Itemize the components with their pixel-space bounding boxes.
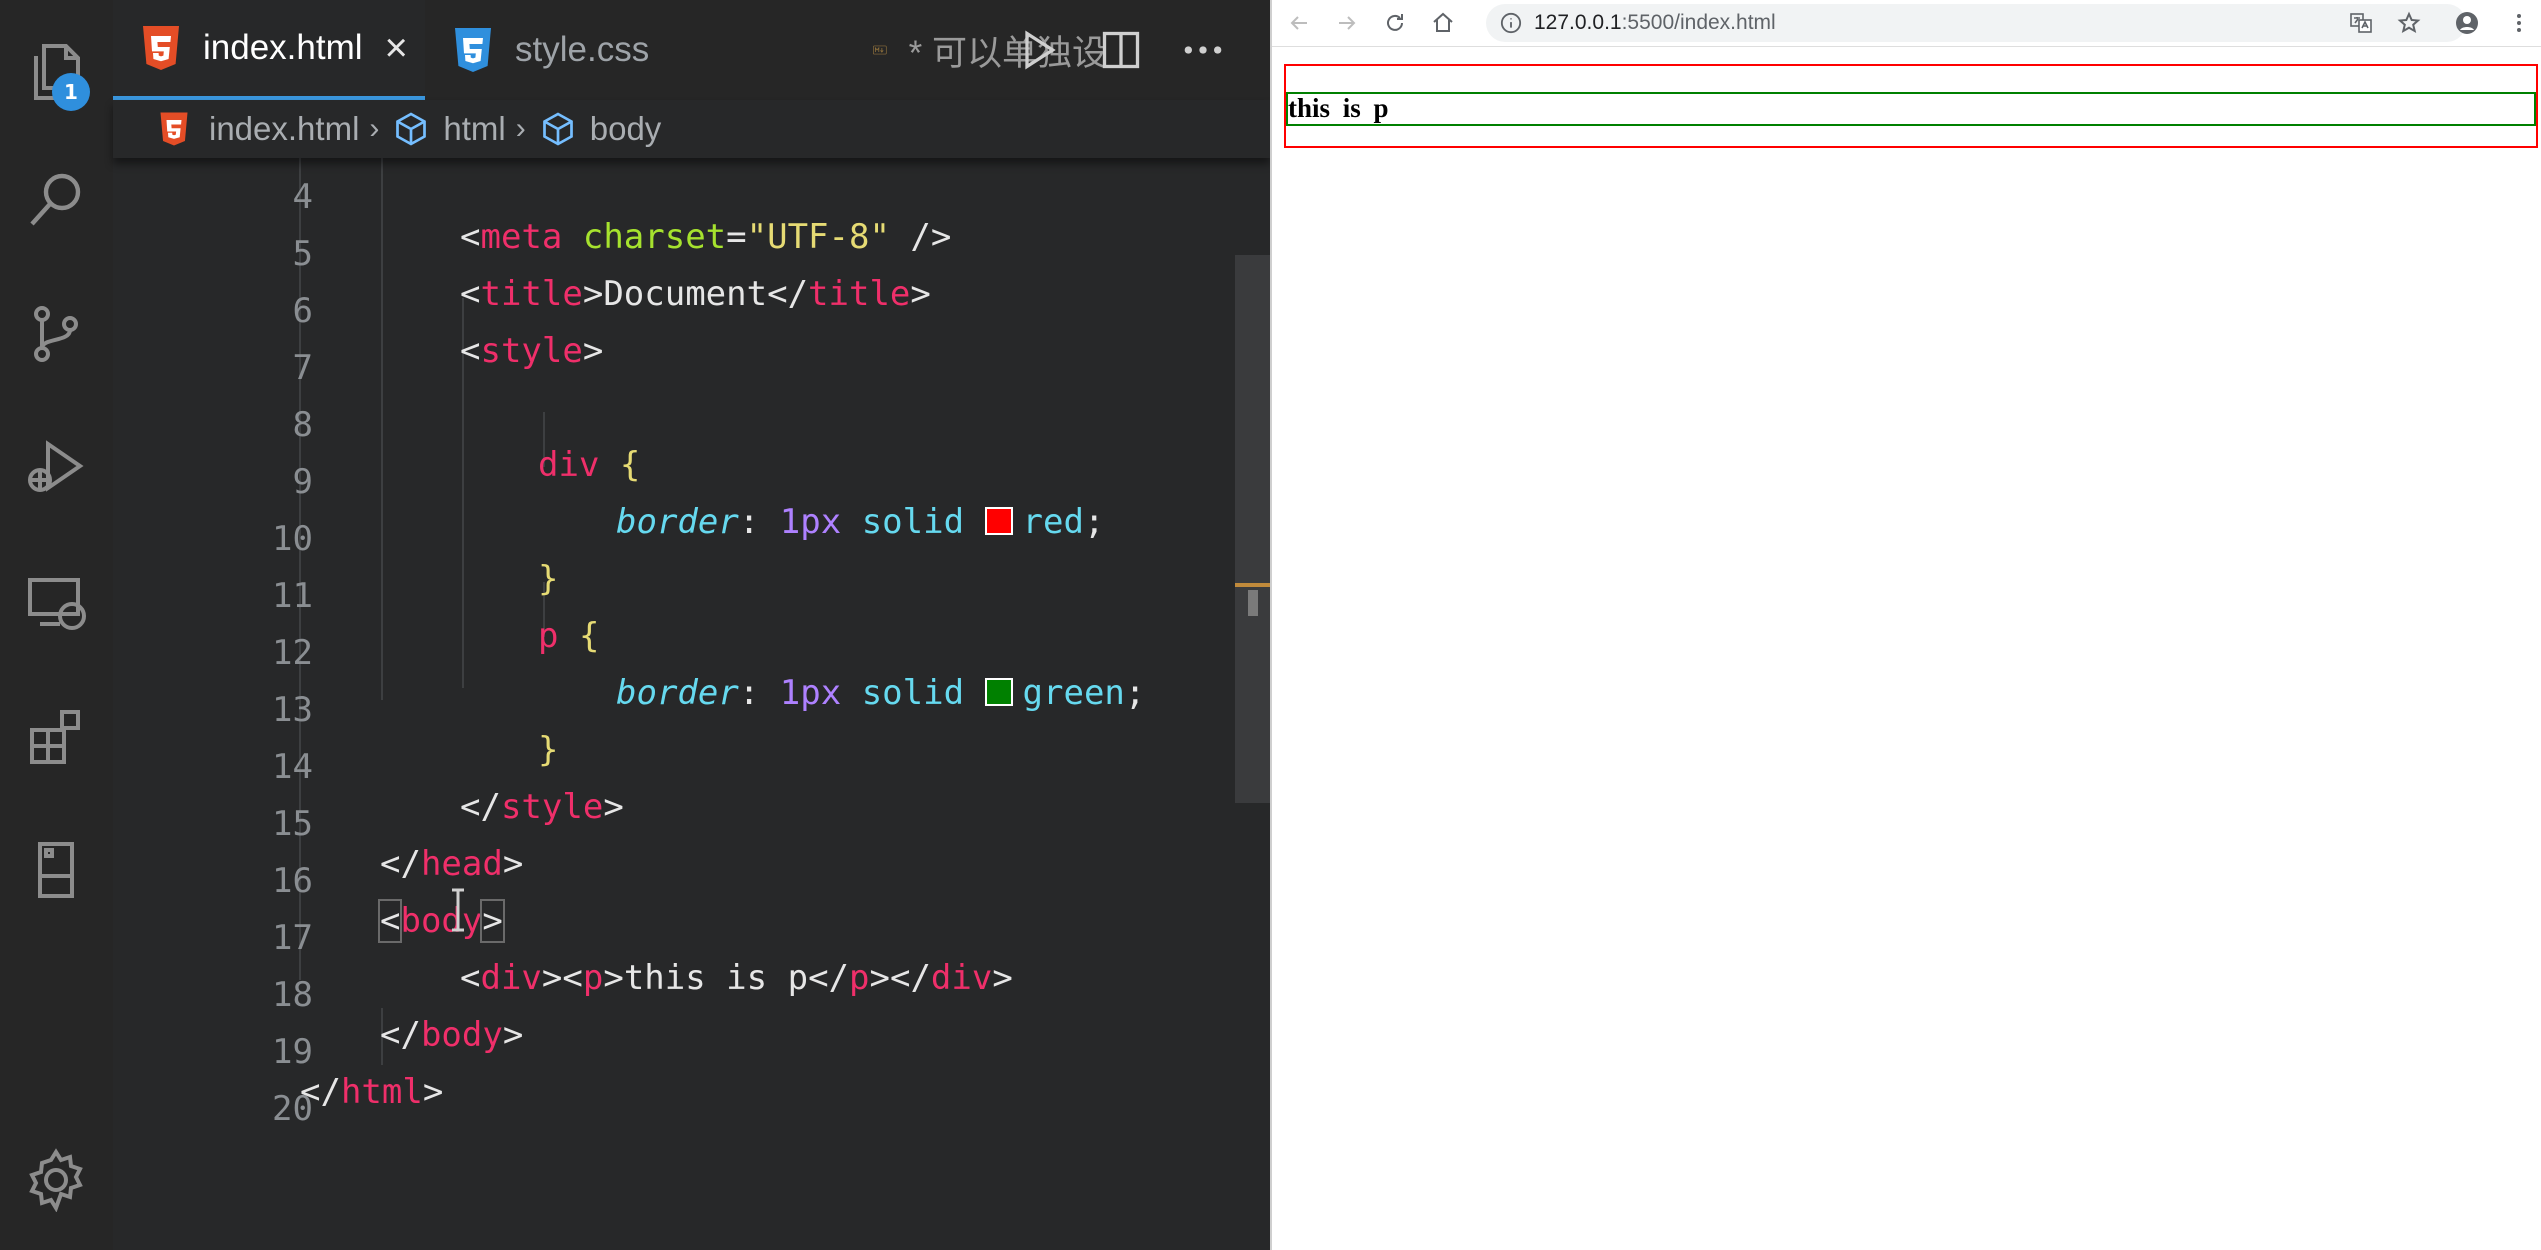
breadcrumb: index.html › html › body	[113, 100, 1270, 158]
code-line: 7	[113, 308, 1235, 388]
code-line: 9 border: 1px solid red;	[113, 422, 1235, 542]
code-line: 12 border: 1px solid green;	[113, 593, 1235, 713]
breadcrumb-label: body	[589, 110, 662, 147]
tab-label: style.css	[515, 30, 650, 69]
source-control-icon[interactable]	[16, 294, 96, 374]
forward-icon[interactable]	[1330, 6, 1364, 40]
code-line: 16 <body>	[113, 821, 1235, 943]
bookmark-star-icon[interactable]	[2392, 6, 2426, 40]
home-icon[interactable]	[1426, 6, 1460, 40]
symbol-field-icon	[542, 112, 573, 146]
text-cursor-icon	[452, 888, 464, 932]
line-number: 20	[272, 1089, 313, 1129]
code-line: 14 </style>	[113, 707, 1235, 827]
code-editor-window: 1 index.html × style.css * 可以单独设 index.h…	[0, 0, 1270, 1250]
code-line: 17 <div><p>this is p</p></div>	[113, 878, 1235, 998]
search-icon[interactable]	[16, 160, 96, 240]
profile-avatar-icon[interactable]	[2450, 6, 2484, 40]
code-line: 5 <title>Document</title>	[113, 194, 1235, 314]
breadcrumb-label: index.html	[209, 110, 360, 147]
extensions-icon[interactable]	[16, 696, 96, 776]
css3-icon	[455, 28, 491, 72]
settings-gear-icon[interactable]	[16, 1140, 96, 1220]
markdown-icon	[873, 45, 887, 55]
code-line: 19 </html>	[113, 992, 1235, 1112]
chevron-right-icon: ›	[369, 112, 380, 145]
code-line: 20	[113, 1049, 1235, 1129]
code-line: 18 </body>	[113, 935, 1235, 1055]
rendered-page: this is p	[1272, 47, 2541, 1250]
translate-icon[interactable]	[2344, 6, 2378, 40]
html5-icon	[160, 112, 188, 146]
url-host: 127.0.0.1	[1534, 11, 1622, 34]
demo-paragraph: this is p	[1286, 92, 2536, 126]
html5-icon	[143, 26, 179, 70]
browser-toolbar: 127.0.0.1:5500/index.html	[1272, 0, 2541, 47]
code-line: 6 <style>	[113, 251, 1235, 371]
tab-label: index.html	[203, 28, 363, 67]
panel-layout-icon[interactable]	[16, 830, 96, 910]
code-line: 13 }	[113, 650, 1235, 770]
code-line: 8 div {	[113, 365, 1235, 485]
code-area[interactable]: 4 <meta charset="UTF-8" /> 5 <title>Docu…	[113, 150, 1235, 1250]
run-debug-icon[interactable]	[16, 428, 96, 508]
run-icon[interactable]	[1008, 20, 1068, 80]
back-icon[interactable]	[1282, 6, 1316, 40]
url-path: :5500/index.html	[1621, 11, 1776, 34]
code-line: 15 </head>	[113, 764, 1235, 884]
code-line: 10 }	[113, 479, 1235, 599]
reload-icon[interactable]	[1378, 6, 1412, 40]
breadcrumb-label: html	[443, 110, 506, 147]
breadcrumb-item-html[interactable]: html	[393, 110, 506, 148]
chevron-right-icon: ›	[515, 112, 526, 145]
scrollbar-marker	[1235, 583, 1270, 587]
breadcrumb-item-body[interactable]: body	[540, 110, 662, 148]
demo-div-box: this is p	[1284, 64, 2538, 148]
browser-menu-icon[interactable]	[2502, 6, 2536, 40]
tab-style-css[interactable]: style.css	[425, 0, 845, 100]
close-tab-icon[interactable]: ×	[385, 26, 408, 71]
scrollbar-marker	[1248, 590, 1258, 616]
editor-tab-bar: index.html × style.css * 可以单独设	[113, 0, 1270, 100]
more-actions-icon[interactable]	[1173, 20, 1233, 80]
remote-explorer-icon[interactable]	[16, 562, 96, 642]
browser-window: 127.0.0.1:5500/index.html this is p	[1270, 0, 2541, 1250]
symbol-field-icon	[396, 112, 427, 146]
screen: 1 index.html × style.css * 可以单独设 index.h…	[0, 0, 2541, 1250]
activity-bar: 1	[0, 0, 113, 1250]
address-bar[interactable]: 127.0.0.1:5500/index.html	[1486, 4, 2466, 42]
split-editor-icon[interactable]	[1091, 20, 1151, 80]
tab-index-html[interactable]: index.html ×	[113, 0, 425, 100]
code-line: 11 p {	[113, 536, 1235, 656]
breadcrumb-item-file[interactable]: index.html	[159, 110, 359, 148]
explorer-badge: 1	[52, 73, 90, 111]
site-info-icon[interactable]	[1500, 12, 1522, 34]
scrollbar-thumb[interactable]	[1235, 255, 1270, 803]
